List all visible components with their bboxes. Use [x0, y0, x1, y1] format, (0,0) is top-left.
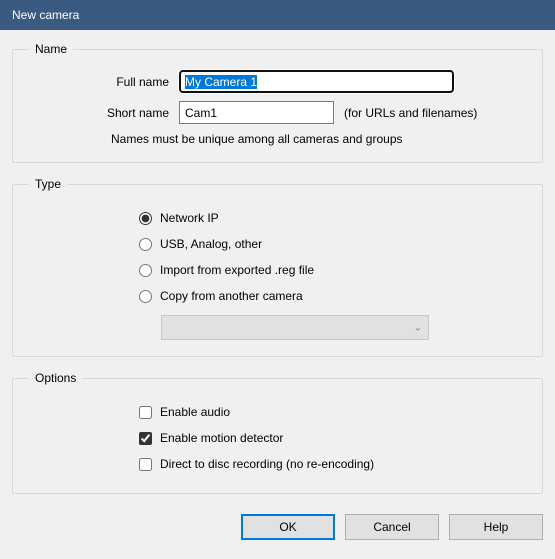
- type-option-import-reg[interactable]: Import from exported .reg file: [139, 257, 526, 283]
- option-enable-audio[interactable]: Enable audio: [139, 399, 526, 425]
- radio-network-ip[interactable]: [139, 212, 152, 225]
- chevron-down-icon: ⌄: [414, 322, 422, 333]
- checkbox-enable-motion[interactable]: [139, 432, 152, 445]
- checkbox-enable-audio[interactable]: [139, 406, 152, 419]
- type-option-label: Import from exported .reg file: [160, 263, 314, 277]
- cancel-button[interactable]: Cancel: [345, 514, 439, 540]
- option-label: Enable audio: [160, 405, 230, 419]
- name-unique-note: Names must be unique among all cameras a…: [29, 132, 526, 146]
- type-option-label: Copy from another camera: [160, 289, 303, 303]
- option-direct-disc[interactable]: Direct to disc recording (no re-encoding…: [139, 451, 526, 477]
- radio-copy-camera[interactable]: [139, 290, 152, 303]
- type-option-label: Network IP: [160, 211, 219, 225]
- dialog-body: Name Full name Short name (for URLs and …: [0, 30, 555, 494]
- title-bar: New camera: [0, 0, 555, 30]
- name-fieldset: Name Full name Short name (for URLs and …: [12, 42, 543, 163]
- short-name-input[interactable]: [179, 101, 334, 124]
- option-label: Enable motion detector: [160, 431, 283, 445]
- type-option-label: USB, Analog, other: [160, 237, 262, 251]
- name-legend: Name: [29, 42, 73, 56]
- radio-import-reg[interactable]: [139, 264, 152, 277]
- full-name-input[interactable]: [179, 70, 454, 93]
- copy-source-combo[interactable]: ⌄: [161, 315, 429, 340]
- short-name-hint: (for URLs and filenames): [344, 106, 477, 120]
- options-fieldset: Options Enable audio Enable motion detec…: [12, 371, 543, 494]
- window-title: New camera: [12, 8, 79, 22]
- option-label: Direct to disc recording (no re-encoding…: [160, 457, 374, 471]
- options-legend: Options: [29, 371, 82, 385]
- type-radio-group: Network IP USB, Analog, other Import fro…: [29, 205, 526, 340]
- ok-button[interactable]: OK: [241, 514, 335, 540]
- type-option-copy-camera[interactable]: Copy from another camera: [139, 283, 526, 309]
- type-legend: Type: [29, 177, 67, 191]
- short-name-label: Short name: [29, 106, 179, 120]
- type-fieldset: Type Network IP USB, Analog, other Impor…: [12, 177, 543, 357]
- full-name-label: Full name: [29, 75, 179, 89]
- dialog-button-row: OK Cancel Help: [0, 508, 555, 552]
- help-button[interactable]: Help: [449, 514, 543, 540]
- checkbox-direct-disc[interactable]: [139, 458, 152, 471]
- radio-usb-analog[interactable]: [139, 238, 152, 251]
- option-enable-motion[interactable]: Enable motion detector: [139, 425, 526, 451]
- type-option-usb-analog[interactable]: USB, Analog, other: [139, 231, 526, 257]
- options-check-group: Enable audio Enable motion detector Dire…: [29, 399, 526, 477]
- type-option-network-ip[interactable]: Network IP: [139, 205, 526, 231]
